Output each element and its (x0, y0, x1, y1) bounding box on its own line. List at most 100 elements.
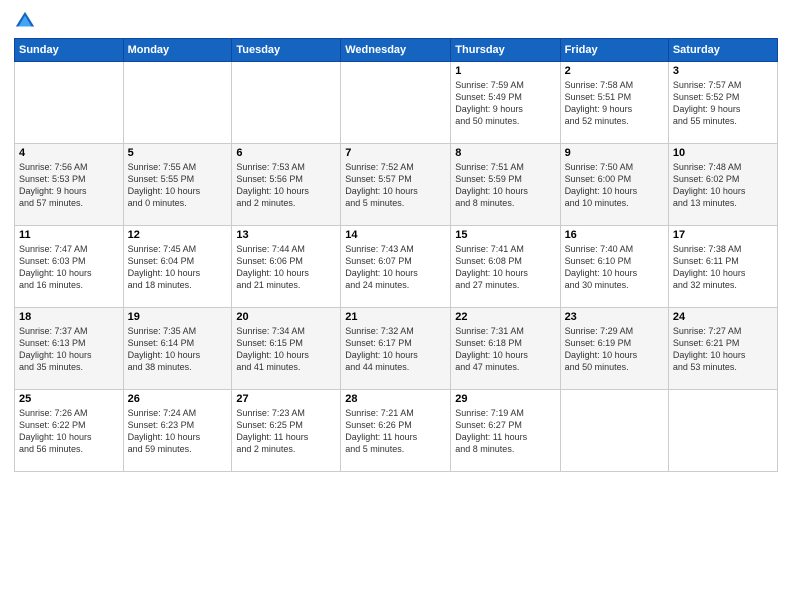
day-info: Sunrise: 7:56 AM Sunset: 5:53 PM Dayligh… (19, 161, 119, 210)
calendar-cell (560, 390, 668, 472)
day-number: 7 (345, 147, 446, 159)
calendar-cell: 25 Sunrise: 7:26 AM Sunset: 6:22 PM Dayli… (15, 390, 124, 472)
calendar-table: SundayMondayTuesdayWednesdayThursdayFrid… (14, 38, 778, 472)
day-info: Sunrise: 7:26 AM Sunset: 6:22 PM Dayligh… (19, 407, 119, 456)
logo (14, 10, 40, 32)
day-info: Sunrise: 7:50 AM Sunset: 6:00 PM Dayligh… (565, 161, 664, 210)
day-info: Sunrise: 7:21 AM Sunset: 6:26 PM Dayligh… (345, 407, 446, 456)
calendar-cell: 10 Sunrise: 7:48 AM Sunset: 6:02 PM Dayli… (668, 144, 777, 226)
calendar-cell: 12 Sunrise: 7:45 AM Sunset: 6:04 PM Dayli… (123, 226, 232, 308)
day-info: Sunrise: 7:44 AM Sunset: 6:06 PM Dayligh… (236, 243, 336, 292)
calendar-week-1: 1 Sunrise: 7:59 AM Sunset: 5:49 PM Daylig… (15, 62, 778, 144)
calendar-header-saturday: Saturday (668, 39, 777, 62)
calendar-cell: 5 Sunrise: 7:55 AM Sunset: 5:55 PM Daylig… (123, 144, 232, 226)
calendar-cell: 17 Sunrise: 7:38 AM Sunset: 6:11 PM Dayli… (668, 226, 777, 308)
calendar-cell: 23Sunrise: 7:29 AM Sunset: 6:19 PM Dayli… (560, 308, 668, 390)
day-number: 8 (455, 147, 555, 159)
day-number: 21 (345, 311, 446, 323)
day-info: Sunrise: 7:55 AM Sunset: 5:55 PM Dayligh… (128, 161, 228, 210)
day-number: 11 (19, 229, 119, 241)
day-number: 1 (455, 65, 555, 77)
calendar-cell: 16 Sunrise: 7:40 AM Sunset: 6:10 PM Dayli… (560, 226, 668, 308)
day-number: 19 (128, 311, 228, 323)
calendar-header-friday: Friday (560, 39, 668, 62)
calendar-cell (15, 62, 124, 144)
day-number: 20 (236, 311, 336, 323)
day-number: 29 (455, 393, 555, 405)
calendar-cell: 27Sunrise: 7:23 AM Sunset: 6:25 PM Dayli… (232, 390, 341, 472)
day-number: 2 (565, 65, 664, 77)
day-info: Sunrise: 7:48 AM Sunset: 6:02 PM Dayligh… (673, 161, 773, 210)
day-info: Sunrise: 7:53 AM Sunset: 5:56 PM Dayligh… (236, 161, 336, 210)
day-info: Sunrise: 7:57 AM Sunset: 5:52 PM Dayligh… (673, 79, 773, 128)
page: SundayMondayTuesdayWednesdayThursdayFrid… (0, 0, 792, 612)
day-number: 25 (19, 393, 119, 405)
day-info: Sunrise: 7:41 AM Sunset: 6:08 PM Dayligh… (455, 243, 555, 292)
day-number: 18 (19, 311, 119, 323)
calendar-cell: 7Sunrise: 7:52 AM Sunset: 5:57 PM Daylig… (341, 144, 451, 226)
calendar-cell: 8 Sunrise: 7:51 AM Sunset: 5:59 PM Daylig… (451, 144, 560, 226)
calendar-cell: 29 Sunrise: 7:19 AM Sunset: 6:27 PM Dayli… (451, 390, 560, 472)
logo-icon (14, 10, 36, 32)
calendar-cell: 6 Sunrise: 7:53 AM Sunset: 5:56 PM Daylig… (232, 144, 341, 226)
header (14, 10, 778, 32)
day-number: 16 (565, 229, 664, 241)
day-number: 15 (455, 229, 555, 241)
calendar-cell: 9Sunrise: 7:50 AM Sunset: 6:00 PM Daylig… (560, 144, 668, 226)
day-info: Sunrise: 7:29 AM Sunset: 6:19 PM Dayligh… (565, 325, 664, 374)
calendar-header-monday: Monday (123, 39, 232, 62)
day-number: 12 (128, 229, 228, 241)
calendar-cell: 3 Sunrise: 7:57 AM Sunset: 5:52 PM Daylig… (668, 62, 777, 144)
calendar-cell (341, 62, 451, 144)
calendar-week-5: 25 Sunrise: 7:26 AM Sunset: 6:22 PM Dayli… (15, 390, 778, 472)
day-info: Sunrise: 7:35 AM Sunset: 6:14 PM Dayligh… (128, 325, 228, 374)
day-number: 14 (345, 229, 446, 241)
calendar-cell: 22Sunrise: 7:31 AM Sunset: 6:18 PM Dayli… (451, 308, 560, 390)
day-info: Sunrise: 7:58 AM Sunset: 5:51 PM Dayligh… (565, 79, 664, 128)
day-info: Sunrise: 7:59 AM Sunset: 5:49 PM Dayligh… (455, 79, 555, 128)
day-info: Sunrise: 7:34 AM Sunset: 6:15 PM Dayligh… (236, 325, 336, 374)
day-info: Sunrise: 7:40 AM Sunset: 6:10 PM Dayligh… (565, 243, 664, 292)
calendar-header-row: SundayMondayTuesdayWednesdayThursdayFrid… (15, 39, 778, 62)
day-number: 28 (345, 393, 446, 405)
calendar-header-wednesday: Wednesday (341, 39, 451, 62)
calendar-cell: 18 Sunrise: 7:37 AM Sunset: 6:13 PM Dayli… (15, 308, 124, 390)
calendar-header-tuesday: Tuesday (232, 39, 341, 62)
day-number: 5 (128, 147, 228, 159)
day-number: 10 (673, 147, 773, 159)
day-info: Sunrise: 7:43 AM Sunset: 6:07 PM Dayligh… (345, 243, 446, 292)
day-info: Sunrise: 7:27 AM Sunset: 6:21 PM Dayligh… (673, 325, 773, 374)
day-info: Sunrise: 7:19 AM Sunset: 6:27 PM Dayligh… (455, 407, 555, 456)
day-info: Sunrise: 7:38 AM Sunset: 6:11 PM Dayligh… (673, 243, 773, 292)
calendar-cell: 4Sunrise: 7:56 AM Sunset: 5:53 PM Daylig… (15, 144, 124, 226)
calendar-cell: 21 Sunrise: 7:32 AM Sunset: 6:17 PM Dayli… (341, 308, 451, 390)
calendar-week-3: 11 Sunrise: 7:47 AM Sunset: 6:03 PM Dayli… (15, 226, 778, 308)
calendar-cell (232, 62, 341, 144)
calendar-cell (123, 62, 232, 144)
day-number: 27 (236, 393, 336, 405)
day-info: Sunrise: 7:37 AM Sunset: 6:13 PM Dayligh… (19, 325, 119, 374)
calendar-cell (668, 390, 777, 472)
day-number: 24 (673, 311, 773, 323)
calendar-cell: 15 Sunrise: 7:41 AM Sunset: 6:08 PM Dayli… (451, 226, 560, 308)
day-number: 13 (236, 229, 336, 241)
day-number: 3 (673, 65, 773, 77)
day-number: 6 (236, 147, 336, 159)
calendar-cell: 11 Sunrise: 7:47 AM Sunset: 6:03 PM Dayli… (15, 226, 124, 308)
calendar-cell: 19 Sunrise: 7:35 AM Sunset: 6:14 PM Dayli… (123, 308, 232, 390)
calendar-cell: 2 Sunrise: 7:58 AM Sunset: 5:51 PM Daylig… (560, 62, 668, 144)
calendar-week-2: 4Sunrise: 7:56 AM Sunset: 5:53 PM Daylig… (15, 144, 778, 226)
calendar-cell: 26Sunrise: 7:24 AM Sunset: 6:23 PM Dayli… (123, 390, 232, 472)
calendar-cell: 1 Sunrise: 7:59 AM Sunset: 5:49 PM Daylig… (451, 62, 560, 144)
day-number: 17 (673, 229, 773, 241)
calendar-cell: 20 Sunrise: 7:34 AM Sunset: 6:15 PM Dayli… (232, 308, 341, 390)
day-info: Sunrise: 7:32 AM Sunset: 6:17 PM Dayligh… (345, 325, 446, 374)
calendar-header-sunday: Sunday (15, 39, 124, 62)
calendar-header-thursday: Thursday (451, 39, 560, 62)
day-info: Sunrise: 7:47 AM Sunset: 6:03 PM Dayligh… (19, 243, 119, 292)
day-info: Sunrise: 7:31 AM Sunset: 6:18 PM Dayligh… (455, 325, 555, 374)
calendar-cell: 13 Sunrise: 7:44 AM Sunset: 6:06 PM Dayli… (232, 226, 341, 308)
calendar-cell: 24 Sunrise: 7:27 AM Sunset: 6:21 PM Dayli… (668, 308, 777, 390)
day-info: Sunrise: 7:45 AM Sunset: 6:04 PM Dayligh… (128, 243, 228, 292)
day-info: Sunrise: 7:51 AM Sunset: 5:59 PM Dayligh… (455, 161, 555, 210)
